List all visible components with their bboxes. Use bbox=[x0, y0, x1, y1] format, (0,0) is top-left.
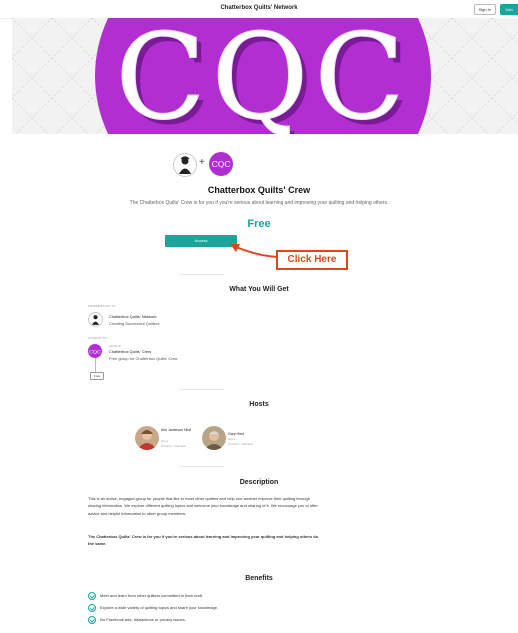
check-circle-icon bbox=[88, 604, 96, 612]
host-name-gary[interactable]: Gary Hirst bbox=[228, 432, 244, 436]
group-name: Chatterbox Quilts' Crew bbox=[207, 185, 311, 195]
divider bbox=[180, 389, 224, 390]
hosts-title: Hosts bbox=[249, 401, 269, 408]
benefits-title: Benefits bbox=[245, 575, 273, 582]
network-subtitle: Creating Successful Quilters bbox=[109, 321, 160, 326]
access-button[interactable]: Access bbox=[165, 235, 237, 247]
hero-logo-text: CQC bbox=[115, 18, 410, 134]
benefit-item: Meet and learn from other quilters commi… bbox=[100, 593, 203, 598]
group-description: The Chatterbox Quilts' Crew is for you i… bbox=[129, 200, 389, 206]
crew-name[interactable]: Chatterbox Quilts' Crew bbox=[109, 349, 151, 354]
description-title: Description bbox=[239, 479, 279, 486]
network-name[interactable]: Chatterbox Quilts' Network bbox=[109, 314, 156, 319]
sign-in-button[interactable]: Sign In bbox=[473, 4, 496, 15]
membership-label: MEMBERSHIP TO bbox=[88, 304, 116, 308]
divider bbox=[180, 466, 224, 467]
host-avatar-gary[interactable] bbox=[202, 426, 226, 450]
group-logo-text: CQC bbox=[212, 160, 231, 169]
host-avatar-kim[interactable] bbox=[135, 426, 159, 450]
free-chip: Free bbox=[90, 372, 104, 380]
group-logo-small-text: CQC bbox=[89, 349, 101, 355]
join-button[interactable]: Join bbox=[500, 4, 518, 15]
host-role-gary: Host bbox=[228, 437, 235, 441]
description-highlight: The Chatterbox Quilts' Crew is for you i… bbox=[88, 534, 319, 547]
host-location-gary: Ontario, Canada bbox=[228, 442, 254, 446]
network-avatar-small bbox=[88, 312, 103, 327]
arrow-icon bbox=[230, 244, 279, 258]
network-group-icons: + CQC bbox=[173, 152, 243, 177]
host-name-kim[interactable]: Kim Jamieson Hirst bbox=[161, 428, 191, 432]
hero-logo: CQC CQC bbox=[12, 18, 518, 134]
hero-banner: CQC CQC bbox=[12, 18, 518, 134]
description-paragraph: This is an active, engaged group for peo… bbox=[88, 496, 318, 516]
crew-subtitle: Free group for Chatterbox Quilts' Crew bbox=[109, 356, 178, 361]
host-location-kim: Ontario, Canada bbox=[161, 444, 187, 448]
benefit-item: Explore a wide variety of quilting topic… bbox=[100, 605, 219, 610]
plus-icon: + bbox=[199, 157, 205, 168]
click-here-callout: Click Here bbox=[276, 250, 348, 270]
what-you-get-title: What You Will Get bbox=[229, 286, 289, 293]
group-logo-small: CQC bbox=[88, 344, 102, 358]
group-tag: GROUP bbox=[109, 344, 122, 348]
host-role-kim: Host bbox=[161, 439, 168, 443]
group-logo-icon: CQC bbox=[209, 152, 233, 176]
network-avatar bbox=[173, 153, 197, 177]
top-bar: Chatterbox Quilts' Network Sign In Join bbox=[0, 0, 518, 19]
price: Free bbox=[247, 218, 271, 230]
check-circle-icon bbox=[88, 592, 96, 600]
access-to-label: ACCESS TO bbox=[88, 336, 108, 340]
benefit-item: No Facebook ads, distractions or privacy… bbox=[100, 617, 186, 622]
network-title: Chatterbox Quilts' Network bbox=[220, 5, 298, 11]
check-circle-icon bbox=[88, 616, 96, 624]
divider bbox=[180, 274, 224, 275]
